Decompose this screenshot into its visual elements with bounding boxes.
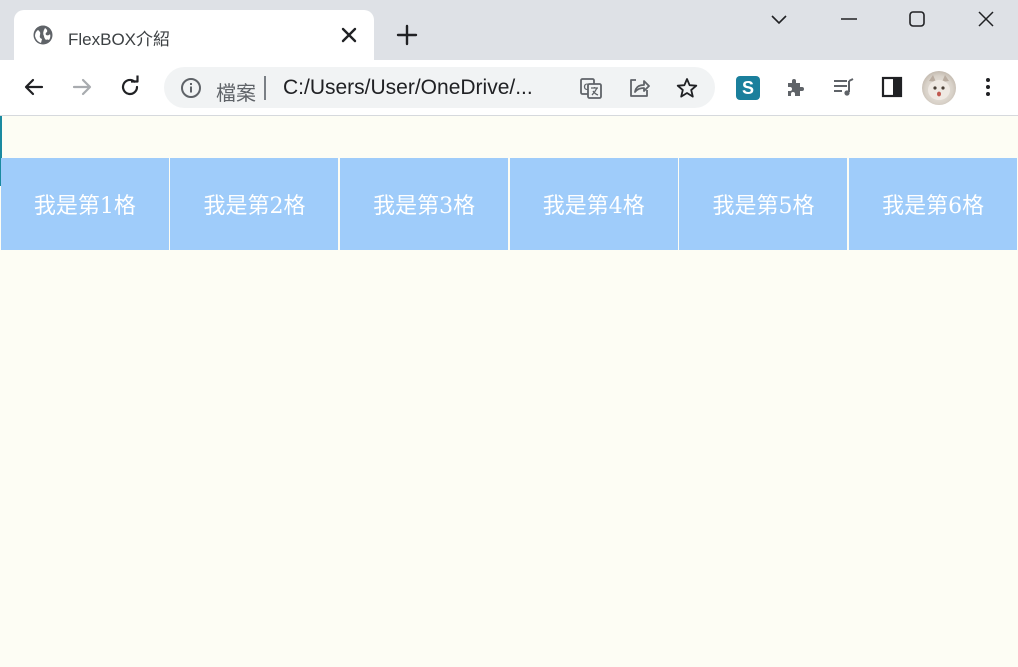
close-window-icon[interactable] bbox=[975, 8, 997, 30]
media-queue-icon[interactable] bbox=[832, 75, 856, 99]
bookmark-star-icon[interactable] bbox=[675, 76, 699, 100]
profile-avatar[interactable] bbox=[922, 71, 956, 105]
flex-item-6: 我是第6格 bbox=[849, 158, 1018, 250]
flex-item-2: 我是第2格 bbox=[170, 158, 339, 250]
extensions-puzzle-icon[interactable] bbox=[784, 75, 808, 99]
tab-search-chevron-icon[interactable] bbox=[768, 8, 790, 30]
flex-item-5: 我是第5格 bbox=[679, 158, 848, 250]
tab-strip: FlexBOX介紹 bbox=[0, 0, 1018, 60]
flex-item-1: 我是第1格 bbox=[0, 158, 169, 250]
address-divider bbox=[264, 76, 266, 100]
tab-title: FlexBOX介紹 bbox=[68, 30, 171, 49]
extension-s-icon[interactable]: S bbox=[736, 76, 760, 100]
side-panel-icon[interactable] bbox=[880, 75, 904, 99]
flex-item-4: 我是第4格 bbox=[509, 158, 678, 250]
back-arrow-icon[interactable] bbox=[22, 75, 46, 99]
maximize-icon[interactable] bbox=[906, 8, 928, 30]
flex-container: 我是第1格 我是第2格 我是第3格 我是第4格 我是第5格 我是第6格 bbox=[0, 116, 1018, 250]
new-tab-icon[interactable] bbox=[394, 22, 420, 48]
page-viewport: 我是第1格 我是第2格 我是第3格 我是第4格 我是第5格 我是第6格 bbox=[0, 116, 1018, 667]
browser-tab[interactable]: FlexBOX介紹 bbox=[14, 10, 374, 60]
forward-arrow-icon[interactable] bbox=[70, 75, 94, 99]
browser-toolbar: 檔案 C:/Users/User/OneDrive/... G S bbox=[0, 60, 1018, 116]
globe-icon bbox=[32, 24, 54, 46]
security-label: 檔案 bbox=[216, 83, 256, 105]
close-tab-icon[interactable] bbox=[338, 24, 360, 46]
address-bar[interactable]: 檔案 C:/Users/User/OneDrive/... G bbox=[164, 67, 715, 108]
translate-icon[interactable]: G bbox=[579, 76, 603, 100]
flex-item-3: 我是第3格 bbox=[340, 158, 509, 250]
minimize-icon[interactable] bbox=[838, 8, 860, 30]
site-info-icon[interactable] bbox=[180, 77, 202, 99]
more-menu-icon[interactable] bbox=[976, 75, 1000, 99]
share-icon[interactable] bbox=[627, 76, 651, 100]
reload-icon[interactable] bbox=[118, 75, 142, 99]
url-text[interactable]: C:/Users/User/OneDrive/... bbox=[283, 76, 533, 100]
